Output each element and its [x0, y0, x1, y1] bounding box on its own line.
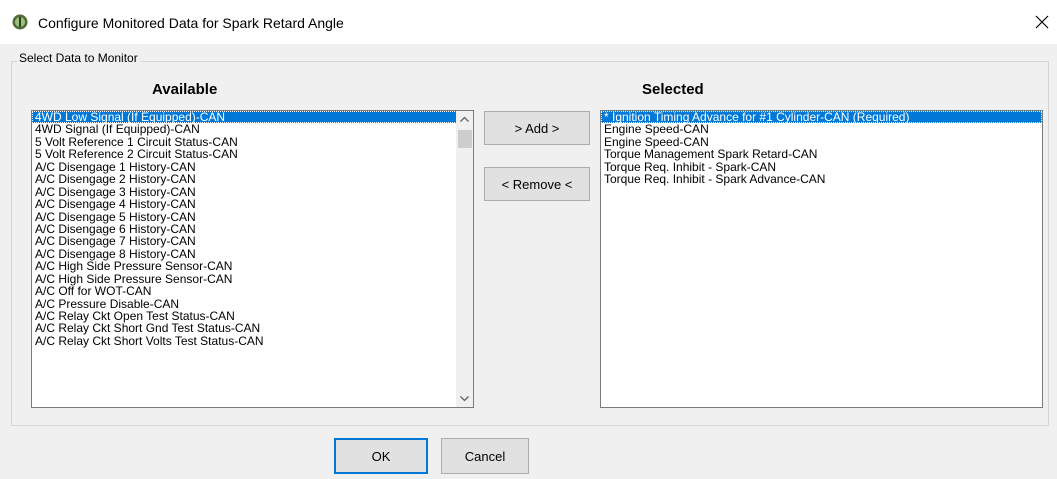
available-heading: Available	[152, 81, 218, 98]
list-item[interactable]: Torque Management Spark Retard-CAN	[601, 148, 1042, 161]
selected-items-container: * Ignition Timing Advance for #1 Cylinde…	[601, 111, 1042, 186]
list-item[interactable]: 5 Volt Reference 2 Circuit Status-CAN	[32, 148, 473, 161]
list-item[interactable]: 4WD Signal (If Equipped)-CAN	[32, 123, 473, 136]
list-item[interactable]: A/C Off for WOT-CAN	[32, 285, 473, 298]
scroll-up-arrow-icon[interactable]	[456, 111, 473, 128]
list-item[interactable]: A/C Relay Ckt Short Volts Test Status-CA…	[32, 334, 473, 347]
add-button[interactable]: > Add >	[484, 111, 590, 145]
available-listbox[interactable]: 4WD Low Signal (If Equipped)-CAN 4WD Sign…	[31, 110, 474, 408]
app-icon	[12, 14, 28, 30]
list-item[interactable]: Engine Speed-CAN	[601, 123, 1042, 136]
cancel-button[interactable]: Cancel	[441, 438, 529, 474]
ok-button[interactable]: OK	[334, 438, 428, 474]
list-item[interactable]: Torque Req. Inhibit - Spark Advance-CAN	[601, 173, 1042, 186]
groupbox-label: Select Data to Monitor	[17, 51, 140, 65]
dialog-window: Configure Monitored Data for Spark Retar…	[0, 0, 1057, 479]
list-item[interactable]: A/C Disengage 4 History-CAN	[32, 198, 473, 211]
selected-listbox[interactable]: * Ignition Timing Advance for #1 Cylinde…	[600, 110, 1043, 408]
close-button[interactable]	[1027, 0, 1057, 44]
close-icon	[1035, 15, 1049, 29]
list-item[interactable]: A/C High Side Pressure Sensor-CAN	[32, 260, 473, 273]
scroll-down-arrow-icon[interactable]	[456, 390, 473, 407]
list-item[interactable]: A/C Disengage 7 History-CAN	[32, 235, 473, 248]
remove-button[interactable]: < Remove <	[484, 167, 590, 201]
window-title: Configure Monitored Data for Spark Retar…	[38, 15, 344, 31]
selected-heading: Selected	[642, 81, 704, 98]
list-item[interactable]: A/C Relay Ckt Short Gnd Test Status-CAN	[32, 322, 473, 335]
list-item[interactable]: A/C Disengage 2 History-CAN	[32, 173, 473, 186]
available-scrollbar[interactable]	[456, 111, 473, 407]
scroll-thumb[interactable]	[458, 130, 472, 148]
title-bar[interactable]: Configure Monitored Data for Spark Retar…	[0, 0, 1057, 44]
available-items-container: 4WD Low Signal (If Equipped)-CAN 4WD Sign…	[32, 111, 473, 347]
